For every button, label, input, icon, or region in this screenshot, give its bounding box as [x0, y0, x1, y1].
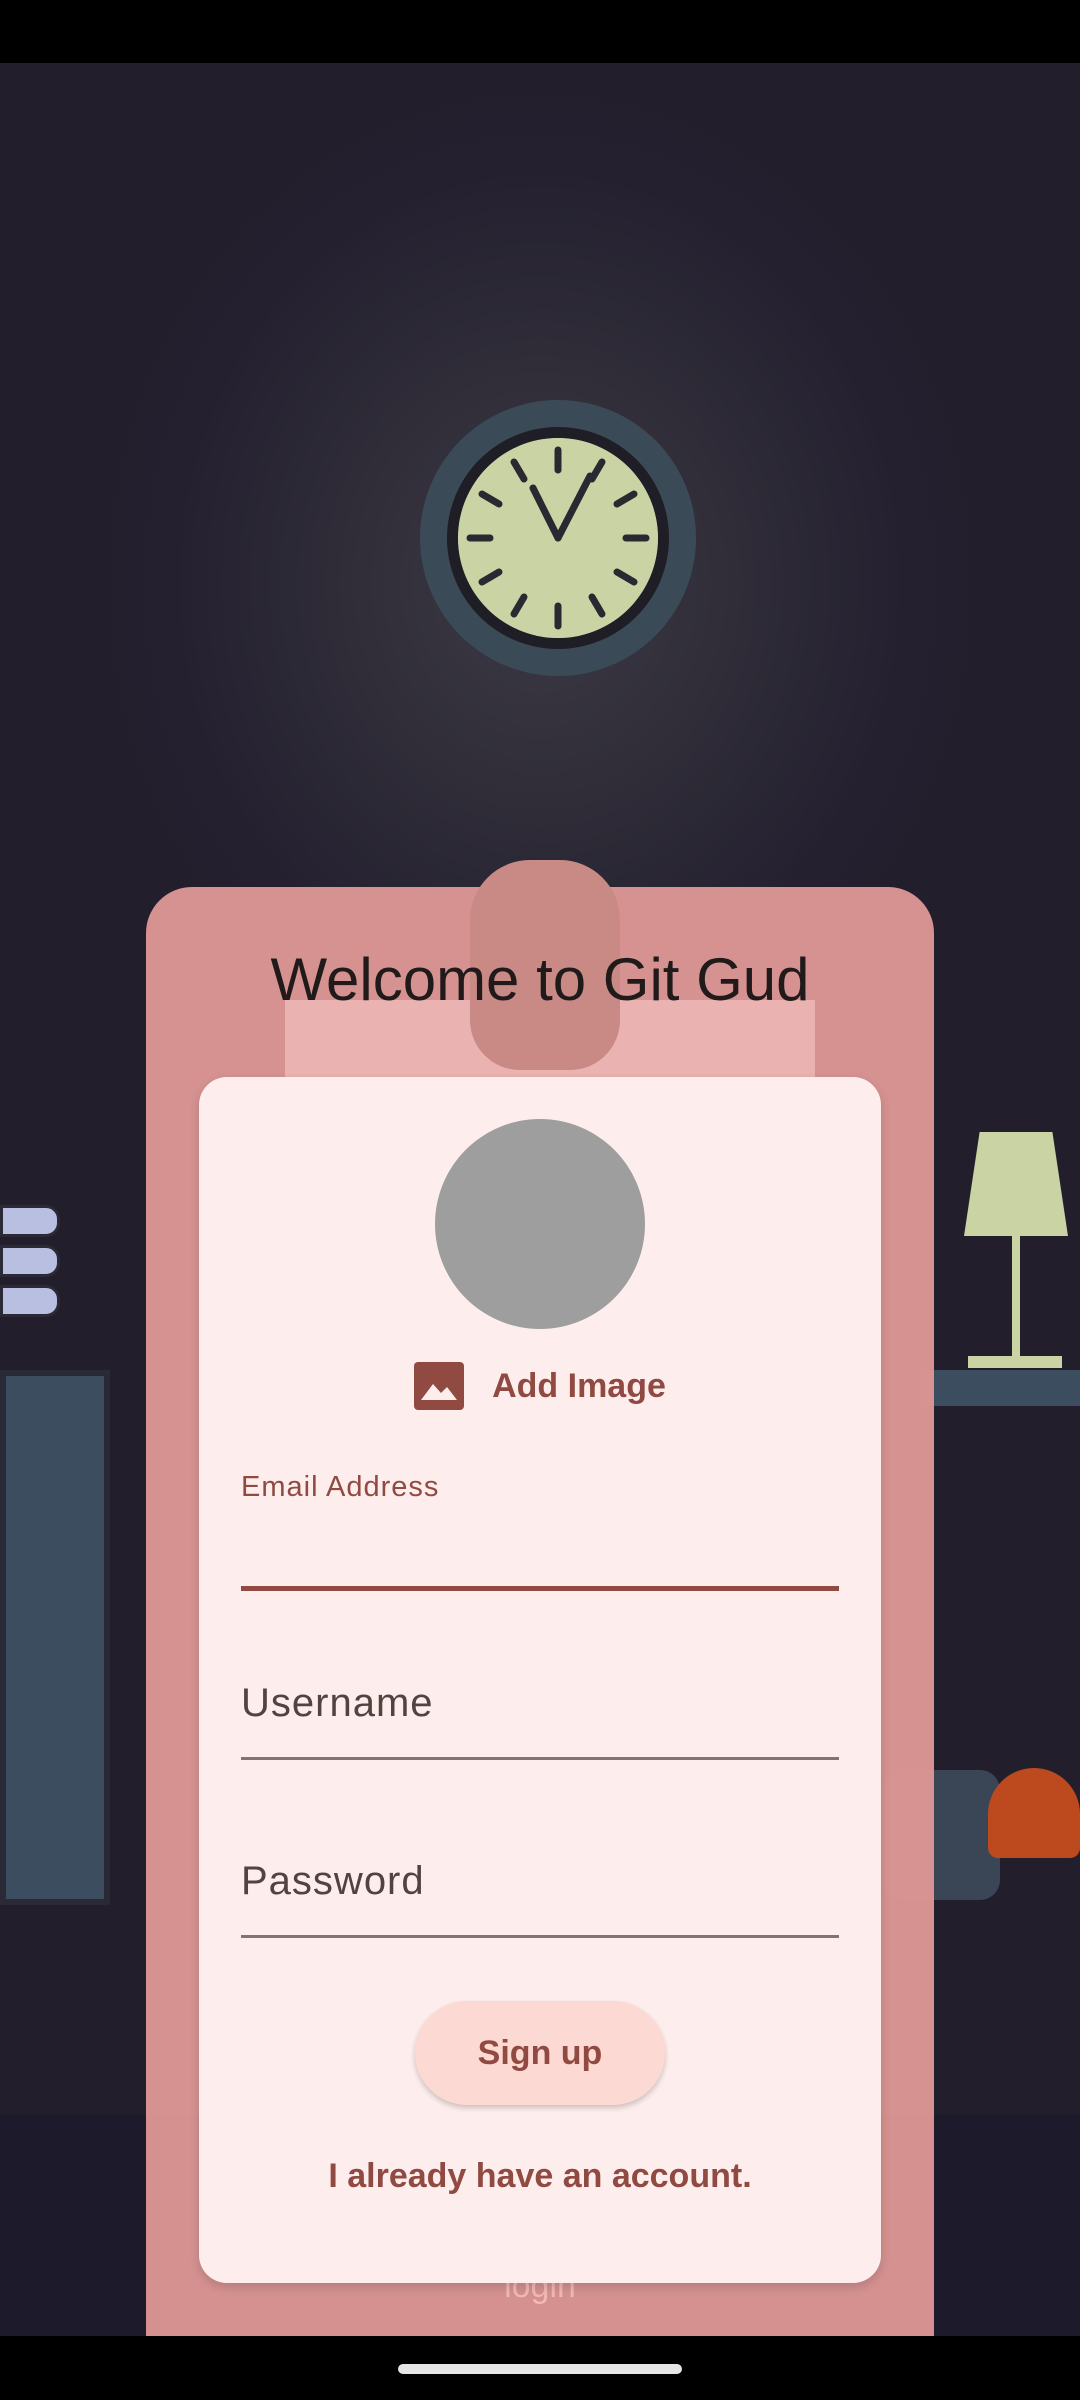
lamp-base: [968, 1356, 1062, 1368]
dog-illustration: [988, 1768, 1080, 1858]
username-label: Username: [241, 1681, 434, 1725]
username-field[interactable]: Username: [241, 1657, 839, 1767]
lamp-pole: [1012, 1236, 1020, 1360]
signup-button[interactable]: Sign up: [415, 2001, 665, 2105]
clock-face: [458, 438, 658, 638]
password-field[interactable]: Password: [241, 1835, 839, 1945]
add-image-button[interactable]: Add Image: [199, 1362, 881, 1410]
signup-form-card: Add Image Email Address Username Passwor…: [199, 1077, 881, 2283]
email-input[interactable]: [241, 1515, 843, 1577]
lamp-icon: [964, 1132, 1068, 1236]
avatar[interactable]: [435, 1119, 645, 1329]
books: [0, 1205, 60, 1325]
page-title: Welcome to Git Gud: [270, 946, 810, 1013]
shelf: [920, 1370, 1080, 1406]
clock-icon: [420, 400, 696, 676]
email-label: Email Address: [241, 1471, 440, 1503]
password-underline: [241, 1935, 839, 1938]
username-underline: [241, 1757, 839, 1760]
cabinet: [0, 1370, 110, 1905]
add-image-label: Add Image: [492, 1366, 666, 1405]
email-underline: [241, 1586, 839, 1591]
status-bar: [0, 0, 1080, 63]
email-field[interactable]: Email Address: [241, 1471, 843, 1596]
image-icon: [414, 1362, 465, 1410]
have-account-link[interactable]: I already have an account.: [199, 2157, 881, 2196]
home-gesture-handle[interactable]: [398, 2364, 682, 2374]
password-label: Password: [241, 1859, 425, 1903]
